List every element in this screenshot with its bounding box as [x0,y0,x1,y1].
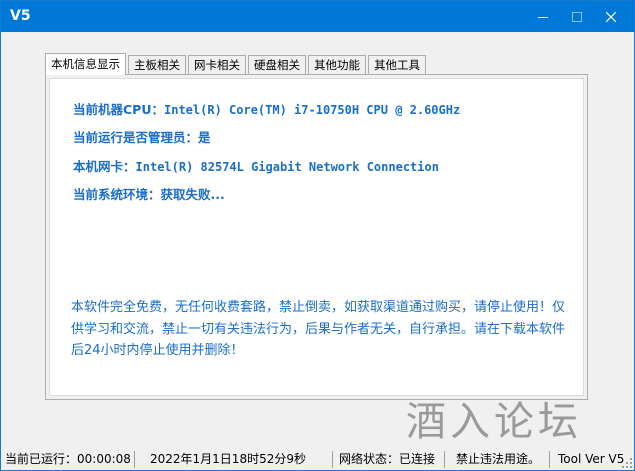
forum-watermark: 酒入论坛 [406,399,582,445]
cpu-value: Intel(R) Core(TM) i7-10750H CPU @ 2.60GH… [164,103,461,117]
window-title: V5 [10,8,31,24]
nic-label: 本机网卡： [73,159,136,174]
tab-strip: 本机信息显示 主板相关 网卡相关 硬盘相关 其他功能 其他工具 [45,53,428,75]
info-box: 当前机器CPU：Intel(R) Core(TM) i7-10750H CPU … [49,78,584,396]
env-label: 当前系统环境： [73,187,161,202]
admin-value: 是 [198,130,211,145]
admin-info: 当前运行是否管理员：是 [73,130,211,146]
cpu-label: 当前机器CPU： [73,102,164,117]
network-status: 网络状态：已连接 [339,448,435,470]
status-bar: 当前已运行：00:00:08 2022年1月1日18时52分9秒 网络状态：已连… [1,448,634,470]
resize-grip-icon[interactable] [621,457,633,469]
tab-network-card[interactable]: 网卡相关 [188,55,246,75]
close-icon [606,11,616,22]
minimize-icon [538,16,548,18]
status-divider [549,451,550,468]
tab-local-info[interactable]: 本机信息显示 [45,53,126,75]
runtime-status: 当前已运行：00:00:08 [5,448,131,470]
status-divider [134,451,135,468]
version-status: Tool Ver V5 [558,452,625,466]
env-value: 获取失败... [160,187,225,202]
status-divider [444,451,445,468]
nic-value: Intel(R) 82574L Gigabit Network Connecti… [135,160,439,174]
disclaimer-text: 本软件完全免费，无任何收费套路，禁止倒卖，如获取渠道通过购买，请停止使用！仅供学… [71,300,566,358]
tab-other-functions[interactable]: 其他功能 [308,55,366,75]
main-window: V5 本机信息显示 主板相关 网卡相关 硬盘相关 其他功能 其他工具 当前机器C… [0,0,635,471]
cpu-info: 当前机器CPU：Intel(R) Core(TM) i7-10750H CPU … [73,102,460,118]
network-label: 网络状态： [339,452,400,466]
tab-motherboard[interactable]: 主板相关 [128,55,186,75]
maximize-icon [572,11,582,22]
title-bar[interactable]: V5 [1,1,634,32]
warning-status: 禁止违法用途。 [456,452,541,466]
network-value: 已连接 [399,452,436,466]
close-button[interactable] [588,1,634,32]
runtime-label: 当前已运行： [5,452,78,466]
tab-other-tools[interactable]: 其他工具 [368,55,426,75]
tab-panel: 当前机器CPU：Intel(R) Core(TM) i7-10750H CPU … [45,74,588,400]
env-info: 当前系统环境：获取失败... [73,187,225,203]
datetime-status: 2022年1月1日18时52分9秒 [150,452,306,466]
runtime-value: 00:00:08 [77,452,131,466]
admin-label: 当前运行是否管理员： [73,130,199,145]
status-divider [332,451,333,468]
tab-disk[interactable]: 硬盘相关 [248,55,306,75]
nic-info: 本机网卡：Intel(R) 82574L Gigabit Network Con… [73,159,439,175]
